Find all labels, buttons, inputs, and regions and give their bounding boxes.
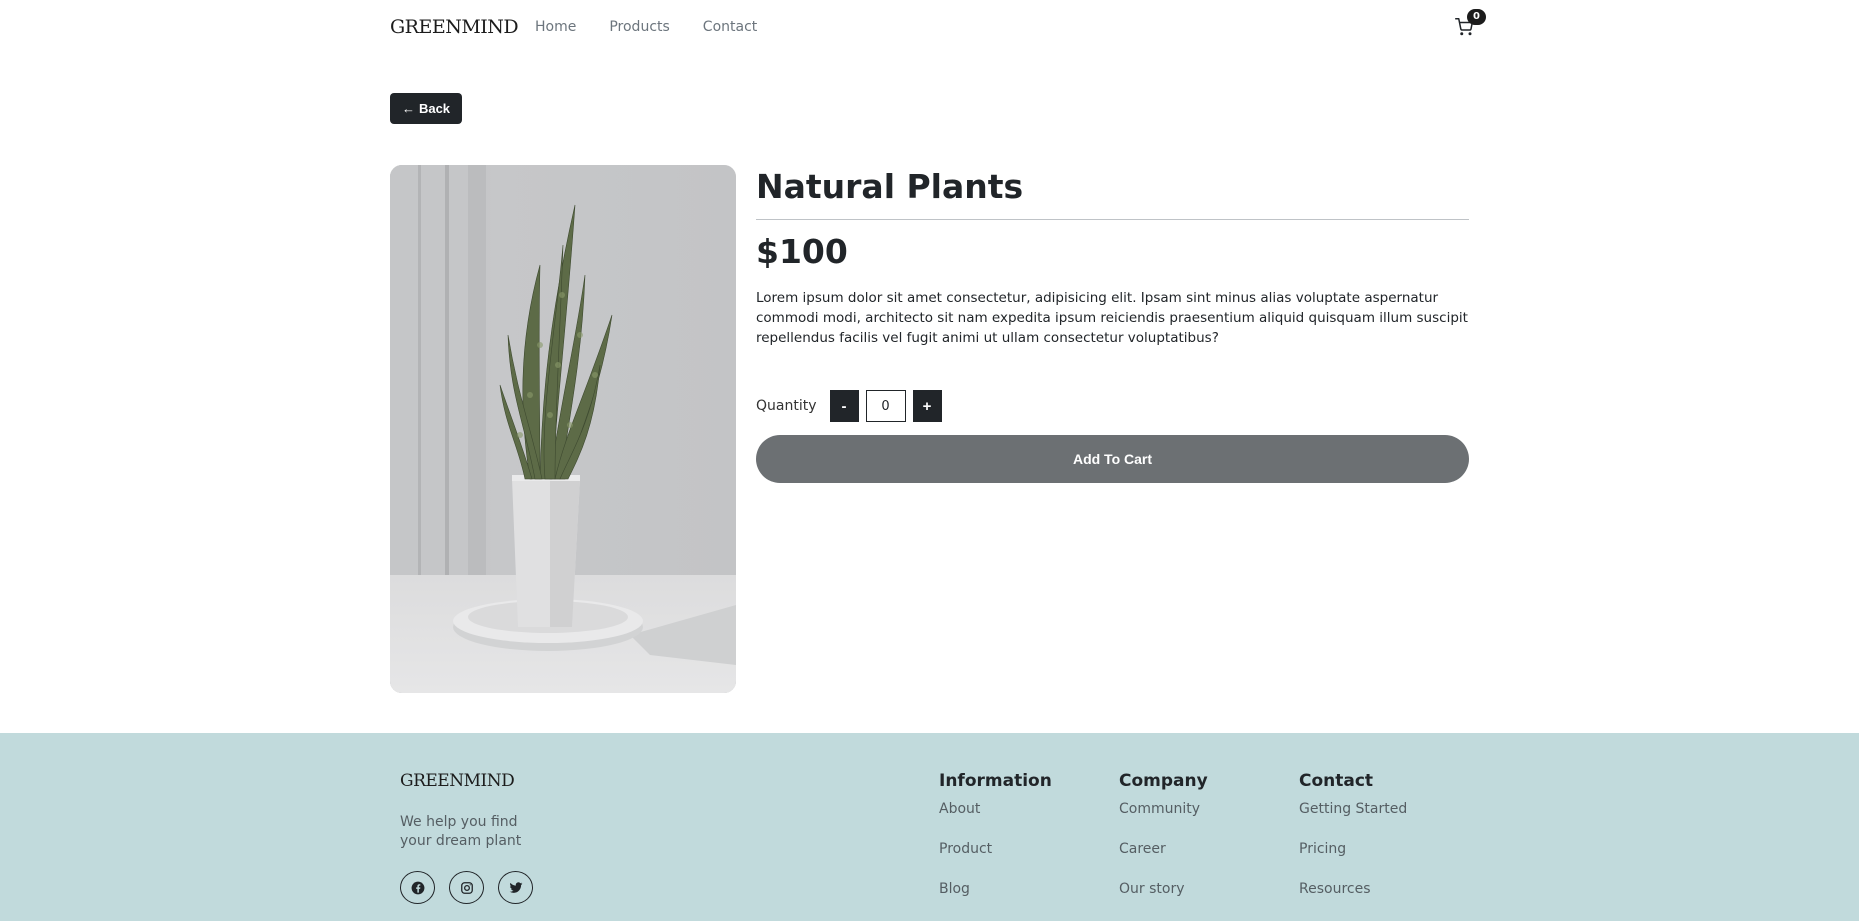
back-button[interactable]: ← Back xyxy=(390,93,462,124)
footer-heading: Information xyxy=(939,771,1052,791)
quantity-stepper: Quantity - + xyxy=(756,390,1469,422)
footer-link-resources[interactable]: Resources xyxy=(1299,879,1407,919)
facebook-link[interactable] xyxy=(400,871,435,904)
facebook-icon xyxy=(411,881,424,894)
footer-link-about[interactable]: About xyxy=(939,799,1052,839)
footer-heading: Company xyxy=(1119,771,1208,791)
quantity-label: Quantity xyxy=(756,398,817,414)
footer-logo: GREENMIND xyxy=(400,771,515,791)
footer-link-community[interactable]: Community xyxy=(1119,799,1208,839)
footer-tagline: We help you find your dream plant xyxy=(400,814,522,849)
footer: GREENMIND We help you find your dream pl… xyxy=(0,733,1859,921)
twitter-icon xyxy=(509,881,522,893)
divider xyxy=(756,219,1469,220)
add-to-cart-button[interactable]: Add To Cart xyxy=(756,435,1469,483)
footer-heading: Contact xyxy=(1299,771,1374,791)
brand-logo[interactable]: GREENMIND xyxy=(390,16,519,38)
twitter-link[interactable] xyxy=(498,871,533,904)
product-price: $100 xyxy=(756,232,848,271)
nav-link-contact[interactable]: Contact xyxy=(703,19,757,35)
instagram-icon xyxy=(460,881,473,894)
footer-link-pricing[interactable]: Pricing xyxy=(1299,839,1407,879)
cart-button[interactable]: 0 xyxy=(1450,9,1486,39)
footer-column-information: Information About Product Blog xyxy=(939,771,1052,919)
instagram-link[interactable] xyxy=(449,871,484,904)
product-title: Natural Plants xyxy=(756,167,1024,206)
back-button-label: Back xyxy=(418,101,451,116)
decrement-button[interactable]: - xyxy=(829,390,859,422)
footer-column-contact: Contact Getting Started Pricing Resource… xyxy=(1299,771,1407,919)
plant-illustration xyxy=(390,165,736,693)
footer-link-blog[interactable]: Blog xyxy=(939,879,1052,919)
nav-link-products[interactable]: Products xyxy=(609,19,669,35)
product-description: Lorem ipsum dolor sit amet consectetur, … xyxy=(756,290,1468,346)
product-image xyxy=(390,165,736,693)
arrow-left-icon: ← xyxy=(401,101,415,116)
cart-count-badge: 0 xyxy=(1467,9,1486,25)
footer-link-product[interactable]: Product xyxy=(939,839,1052,879)
nav-link-home[interactable]: Home xyxy=(535,19,576,35)
footer-column-company: Company Community Career Our story xyxy=(1119,771,1208,919)
footer-link-getting-started[interactable]: Getting Started xyxy=(1299,799,1407,839)
footer-link-our-story[interactable]: Our story xyxy=(1119,879,1208,919)
navbar: GREENMIND Home Products Contact 0 xyxy=(390,0,1486,55)
footer-link-career[interactable]: Career xyxy=(1119,839,1208,879)
social-links xyxy=(400,871,533,904)
product-details: Natural Plants $100 Lorem ipsum dolor si… xyxy=(756,165,1469,483)
quantity-input[interactable] xyxy=(865,390,906,422)
nav-links: Home Products Contact xyxy=(535,19,757,35)
increment-button[interactable]: + xyxy=(912,390,942,422)
